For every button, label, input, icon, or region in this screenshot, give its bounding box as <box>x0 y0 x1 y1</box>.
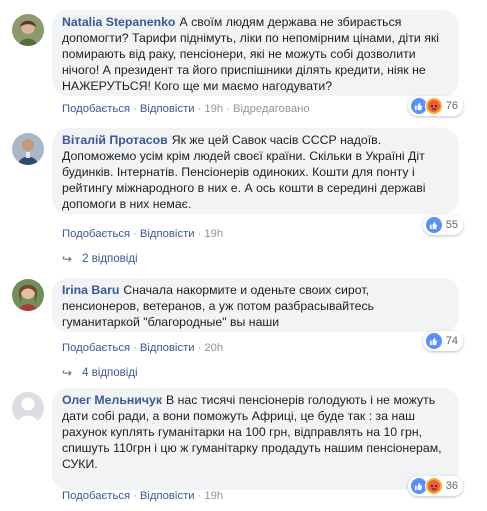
timestamp[interactable]: 19h <box>204 103 223 115</box>
user-photo-icon <box>12 133 44 165</box>
comment-author[interactable]: Віталій Протасов <box>62 133 168 147</box>
angry-icon <box>424 477 443 495</box>
timestamp[interactable]: 19h <box>204 228 223 240</box>
separator-dot: · <box>133 228 137 240</box>
reply-arrow-icon: ↪ <box>62 252 73 266</box>
reply-link[interactable]: Відповісти <box>140 103 195 115</box>
like-link[interactable]: Подобається <box>62 103 130 115</box>
timestamp[interactable]: 19h <box>204 490 223 502</box>
avatar[interactable] <box>12 279 44 311</box>
like-link[interactable]: Подобається <box>62 490 130 502</box>
reaction-summary[interactable]: 74 <box>422 331 463 351</box>
reaction-summary[interactable]: 76 <box>407 96 463 116</box>
reaction-count: 36 <box>445 480 458 492</box>
avatar[interactable] <box>12 14 44 46</box>
comment-actions: Подобається · Відповісти · 19h <box>62 228 223 240</box>
comment-bubble: Natalia Stepanenko А своїм людям держава … <box>52 10 459 96</box>
comment-author[interactable]: Natalia Stepanenko <box>62 15 175 29</box>
reaction-summary[interactable]: 55 <box>422 215 463 235</box>
user-photo-icon <box>12 14 44 46</box>
reply-link[interactable]: Відповісти <box>140 342 195 354</box>
separator-dot: · <box>197 490 202 502</box>
separator-dot: · <box>226 103 230 115</box>
reaction-count: 74 <box>445 335 458 347</box>
timestamp[interactable]: 20h <box>204 342 223 354</box>
edited-label[interactable]: Відредаговано <box>233 103 310 115</box>
reply-arrow-icon: ↪ <box>62 366 73 380</box>
reaction-count: 76 <box>445 100 458 112</box>
like-icon <box>424 216 443 234</box>
reply-link[interactable]: Відповісти <box>140 490 195 502</box>
separator-dot: · <box>133 103 137 115</box>
comment-bubble: Віталій Протасов Як же цей Савок часів СС… <box>52 128 459 214</box>
comment-actions: Подобається · Відповісти · 19h · Відредаговано <box>62 103 310 115</box>
comment-bubble: Irina Baru Сначала накормите и оденьте св… <box>52 278 459 332</box>
avatar[interactable] <box>12 133 44 165</box>
comment-author[interactable]: Irina Baru <box>62 283 119 297</box>
like-link[interactable]: Подобається <box>62 228 130 240</box>
separator-dot: · <box>197 342 202 354</box>
comment-actions: Подобається · Відповісти · 20h <box>62 342 223 354</box>
comment-bubble: Олег Мельничук В нас тисячі пенсіонерів г… <box>52 388 459 490</box>
comment-author[interactable]: Олег Мельничук <box>62 393 162 407</box>
avatar[interactable] <box>12 392 44 424</box>
separator-dot: · <box>133 342 137 354</box>
separator-dot: · <box>197 103 202 115</box>
reaction-summary[interactable]: 36 <box>407 476 463 496</box>
like-icon <box>424 332 443 350</box>
separator-dot: · <box>197 228 202 240</box>
reply-link[interactable]: Відповісти <box>140 228 195 240</box>
replies-count-label[interactable]: 4 відповіді <box>82 367 138 379</box>
like-link[interactable]: Подобається <box>62 342 130 354</box>
view-replies-link[interactable]: ↪ 2 відповіді <box>62 252 138 266</box>
reaction-count: 55 <box>445 219 458 231</box>
user-photo-icon <box>12 279 44 311</box>
default-profile-icon <box>12 392 44 424</box>
angry-icon <box>424 97 443 115</box>
comment-actions: Подобається · Відповісти · 19h <box>62 490 223 502</box>
replies-count-label[interactable]: 2 відповіді <box>82 253 138 265</box>
separator-dot: · <box>133 490 137 502</box>
view-replies-link[interactable]: ↪ 4 відповіді <box>62 366 138 380</box>
